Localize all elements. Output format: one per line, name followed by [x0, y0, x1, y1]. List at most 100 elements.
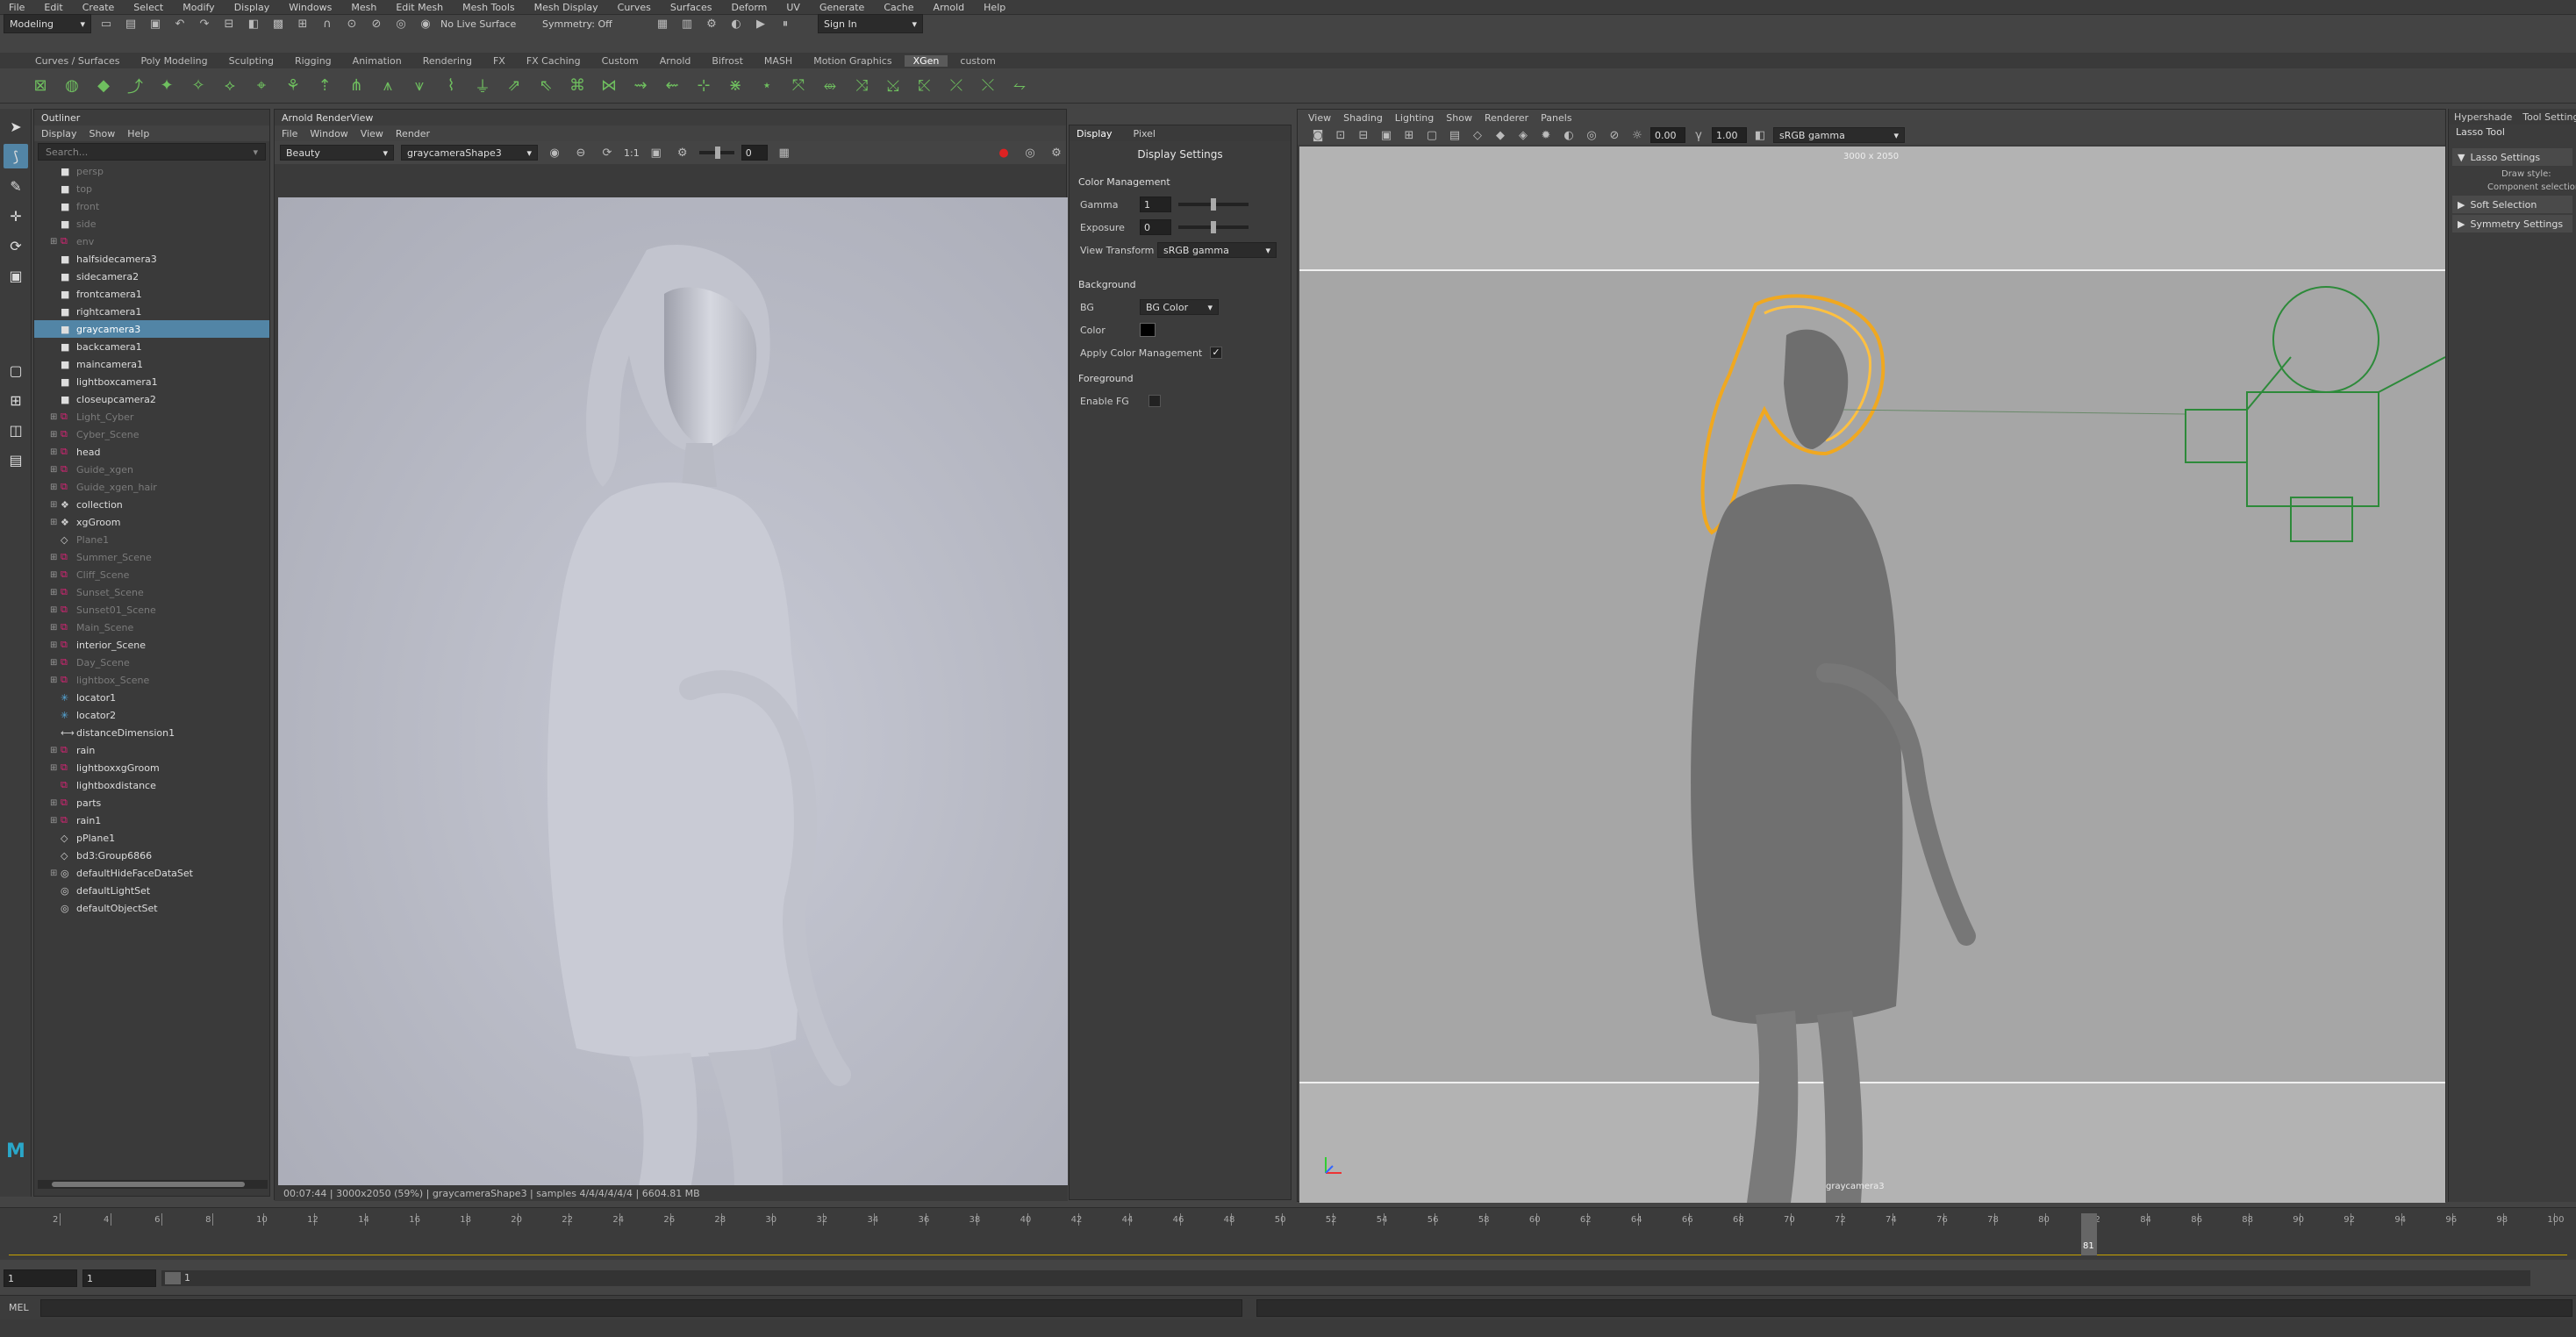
wireframe-icon[interactable]: ◇	[1468, 125, 1487, 145]
expand-icon[interactable]: ⊞	[50, 447, 61, 457]
menu-help[interactable]: Help	[978, 2, 1011, 13]
refresh-icon[interactable]: ⟳	[597, 143, 617, 162]
move-tool-icon[interactable]: ✛	[4, 204, 28, 228]
aov-dropdown[interactable]: Beauty ▾	[280, 145, 394, 161]
shelf-tab-sculpting[interactable]: Sculpting	[220, 55, 283, 67]
options-icon[interactable]: ⚙	[1047, 143, 1066, 162]
camera-select-icon[interactable]: ◙	[1308, 125, 1327, 145]
mode-dropdown[interactable]: Modeling ▾	[4, 14, 91, 33]
xgen-shelf-tool-icon[interactable]: ⤧	[784, 72, 812, 100]
gamma-value[interactable]: 1.00	[1712, 127, 1747, 143]
exposure-value[interactable]: 0.00	[1650, 127, 1685, 143]
paint-select-icon[interactable]: ✎	[4, 174, 28, 198]
undo-icon[interactable]: ↶	[170, 14, 190, 33]
range-handle[interactable]	[165, 1272, 181, 1284]
redo-icon[interactable]: ↷	[195, 14, 214, 33]
render-frame-icon[interactable]: ▦	[653, 14, 672, 33]
xgen-shelf-tool-icon[interactable]: ⤪	[911, 72, 939, 100]
renderview-menu-render[interactable]: Render	[396, 128, 430, 139]
expand-icon[interactable]: ⊞	[50, 553, 61, 562]
xgen-shelf-tool-icon[interactable]: ⥊	[1005, 72, 1034, 100]
lock-camera-icon[interactable]: ⊡	[1331, 125, 1350, 145]
outliner-item[interactable]: ■ side	[34, 215, 269, 232]
live-icon[interactable]: ◉	[416, 14, 435, 33]
expand-icon[interactable]: ⊞	[50, 465, 61, 475]
xgen-shelf-tool-icon[interactable]: ⌘	[563, 72, 591, 100]
outliner-item[interactable]: ⊞ ⧉ rain	[34, 741, 269, 759]
shadows-icon[interactable]: ◐	[1559, 125, 1578, 145]
outliner-item[interactable]: ⟷ distanceDimension1	[34, 724, 269, 741]
shelf-tab-poly-modeling[interactable]: Poly Modeling	[132, 55, 217, 67]
scrollbar-thumb[interactable]	[52, 1182, 245, 1187]
outliner-item[interactable]: ⊞ ⧉ Day_Scene	[34, 654, 269, 671]
exposure-slider[interactable]	[1178, 221, 1249, 233]
shelf-tab-fx-caching[interactable]: FX Caching	[518, 55, 590, 67]
outliner-item[interactable]: ⊞ ◎ defaultHideFaceDataSet	[34, 864, 269, 882]
signin-dropdown[interactable]: Sign In ▾	[818, 14, 923, 33]
menu-windows[interactable]: Windows	[283, 2, 337, 13]
pause-icon[interactable]: ⏸	[776, 14, 795, 33]
xgen-shelf-tool-icon[interactable]: ◆	[89, 72, 118, 100]
menu-curves[interactable]: Curves	[612, 2, 656, 13]
xgen-shelf-tool-icon[interactable]: ⇜	[658, 72, 686, 100]
menu-arnold[interactable]: Arnold	[928, 2, 970, 13]
outliner-item[interactable]: ⊞ ⧉ Guide_xgen	[34, 461, 269, 478]
expand-icon[interactable]: ⊞	[50, 237, 61, 247]
xgen-shelf-tool-icon[interactable]: ⤴	[121, 72, 149, 100]
lights-icon[interactable]: ✹	[1536, 125, 1556, 145]
render-settings-icon[interactable]: ⚙	[702, 14, 721, 33]
outliner-item[interactable]: ◎ defaultObjectSet	[34, 899, 269, 917]
menu-edit-mesh[interactable]: Edit Mesh	[390, 2, 448, 13]
outliner-item[interactable]: ■ closeupcamera2	[34, 390, 269, 408]
arnold-render-icon[interactable]: ▶	[751, 14, 770, 33]
outliner-item[interactable]: ■ sidecamera2	[34, 268, 269, 285]
gamma-icon[interactable]: γ	[1689, 125, 1708, 145]
outliner-item[interactable]: ✳ locator2	[34, 706, 269, 724]
exposure-field[interactable]: 0	[1140, 219, 1171, 235]
menu-deform[interactable]: Deform	[726, 2, 772, 13]
expand-icon[interactable]: ⊞	[50, 570, 61, 580]
expand-icon[interactable]: ⊞	[50, 746, 61, 755]
view-transform-dropdown[interactable]: sRGB gamma ▾	[1157, 242, 1277, 258]
shelf-tab-custom[interactable]: custom	[951, 55, 1005, 67]
viewport-3d[interactable]: 3000 x 2050 graycamera3	[1299, 147, 2445, 1203]
apply-cm-checkbox[interactable]: ✓	[1210, 347, 1222, 359]
outliner-item[interactable]: ⊞ ⧉ Cliff_Scene	[34, 566, 269, 583]
xgen-shelf-tool-icon[interactable]: ⋆	[753, 72, 781, 100]
xgen-shelf-tool-icon[interactable]: ⟡	[216, 72, 244, 100]
menu-modify[interactable]: Modify	[177, 2, 219, 13]
select-hierarchy-icon[interactable]: ⊟	[219, 14, 239, 33]
snap-point-icon[interactable]: ⊙	[342, 14, 361, 33]
start-time-field[interactable]: 1	[4, 1269, 77, 1287]
smooth-shade-icon[interactable]: ◆	[1491, 125, 1510, 145]
outliner-scrollbar[interactable]	[38, 1180, 268, 1189]
outliner-item[interactable]: ⊞ ⧉ interior_Scene	[34, 636, 269, 654]
xgen-shelf-tool-icon[interactable]: ⤫	[942, 72, 970, 100]
xgen-shelf-tool-icon[interactable]: ⌇	[437, 72, 465, 100]
crop-icon[interactable]: ⊖	[571, 143, 590, 162]
mel-label[interactable]: MEL	[9, 1302, 35, 1313]
outliner-item[interactable]: ⊞ ⧉ Cyber_Scene	[34, 425, 269, 443]
menu-mesh-display[interactable]: Mesh Display	[529, 2, 604, 13]
snap-surface-icon[interactable]: ◎	[391, 14, 411, 33]
exposure-field[interactable]: 0	[741, 145, 768, 161]
shelf-tab-xgen[interactable]: XGen	[904, 54, 948, 67]
expand-icon[interactable]: ⊞	[50, 816, 61, 826]
viewport-menu-panels[interactable]: Panels	[1541, 112, 1571, 124]
grid-icon[interactable]: ⊞	[1399, 125, 1419, 145]
menu-uv[interactable]: UV	[781, 2, 805, 13]
color-swatch[interactable]	[1140, 323, 1156, 337]
outliner-search[interactable]: Search... ▾	[38, 143, 266, 161]
range-start-field[interactable]: 1	[82, 1269, 156, 1287]
select-component-icon[interactable]: ▩	[268, 14, 288, 33]
shelf-tab-bifrost[interactable]: Bifrost	[703, 55, 752, 67]
select-tool-icon[interactable]: ➤	[4, 114, 28, 139]
snap-curve-icon[interactable]: ∩	[318, 14, 337, 33]
right-tab-hypershade[interactable]: Hypershade	[2449, 111, 2517, 123]
expand-icon[interactable]: ⊞	[50, 430, 61, 440]
enable-fg-checkbox[interactable]	[1148, 395, 1161, 407]
bg-dropdown[interactable]: BG Color ▾	[1140, 299, 1219, 315]
scale-tool-icon[interactable]: ▣	[4, 263, 28, 288]
rotate-tool-icon[interactable]: ⟳	[4, 233, 28, 258]
expand-icon[interactable]: ⊞	[50, 763, 61, 773]
